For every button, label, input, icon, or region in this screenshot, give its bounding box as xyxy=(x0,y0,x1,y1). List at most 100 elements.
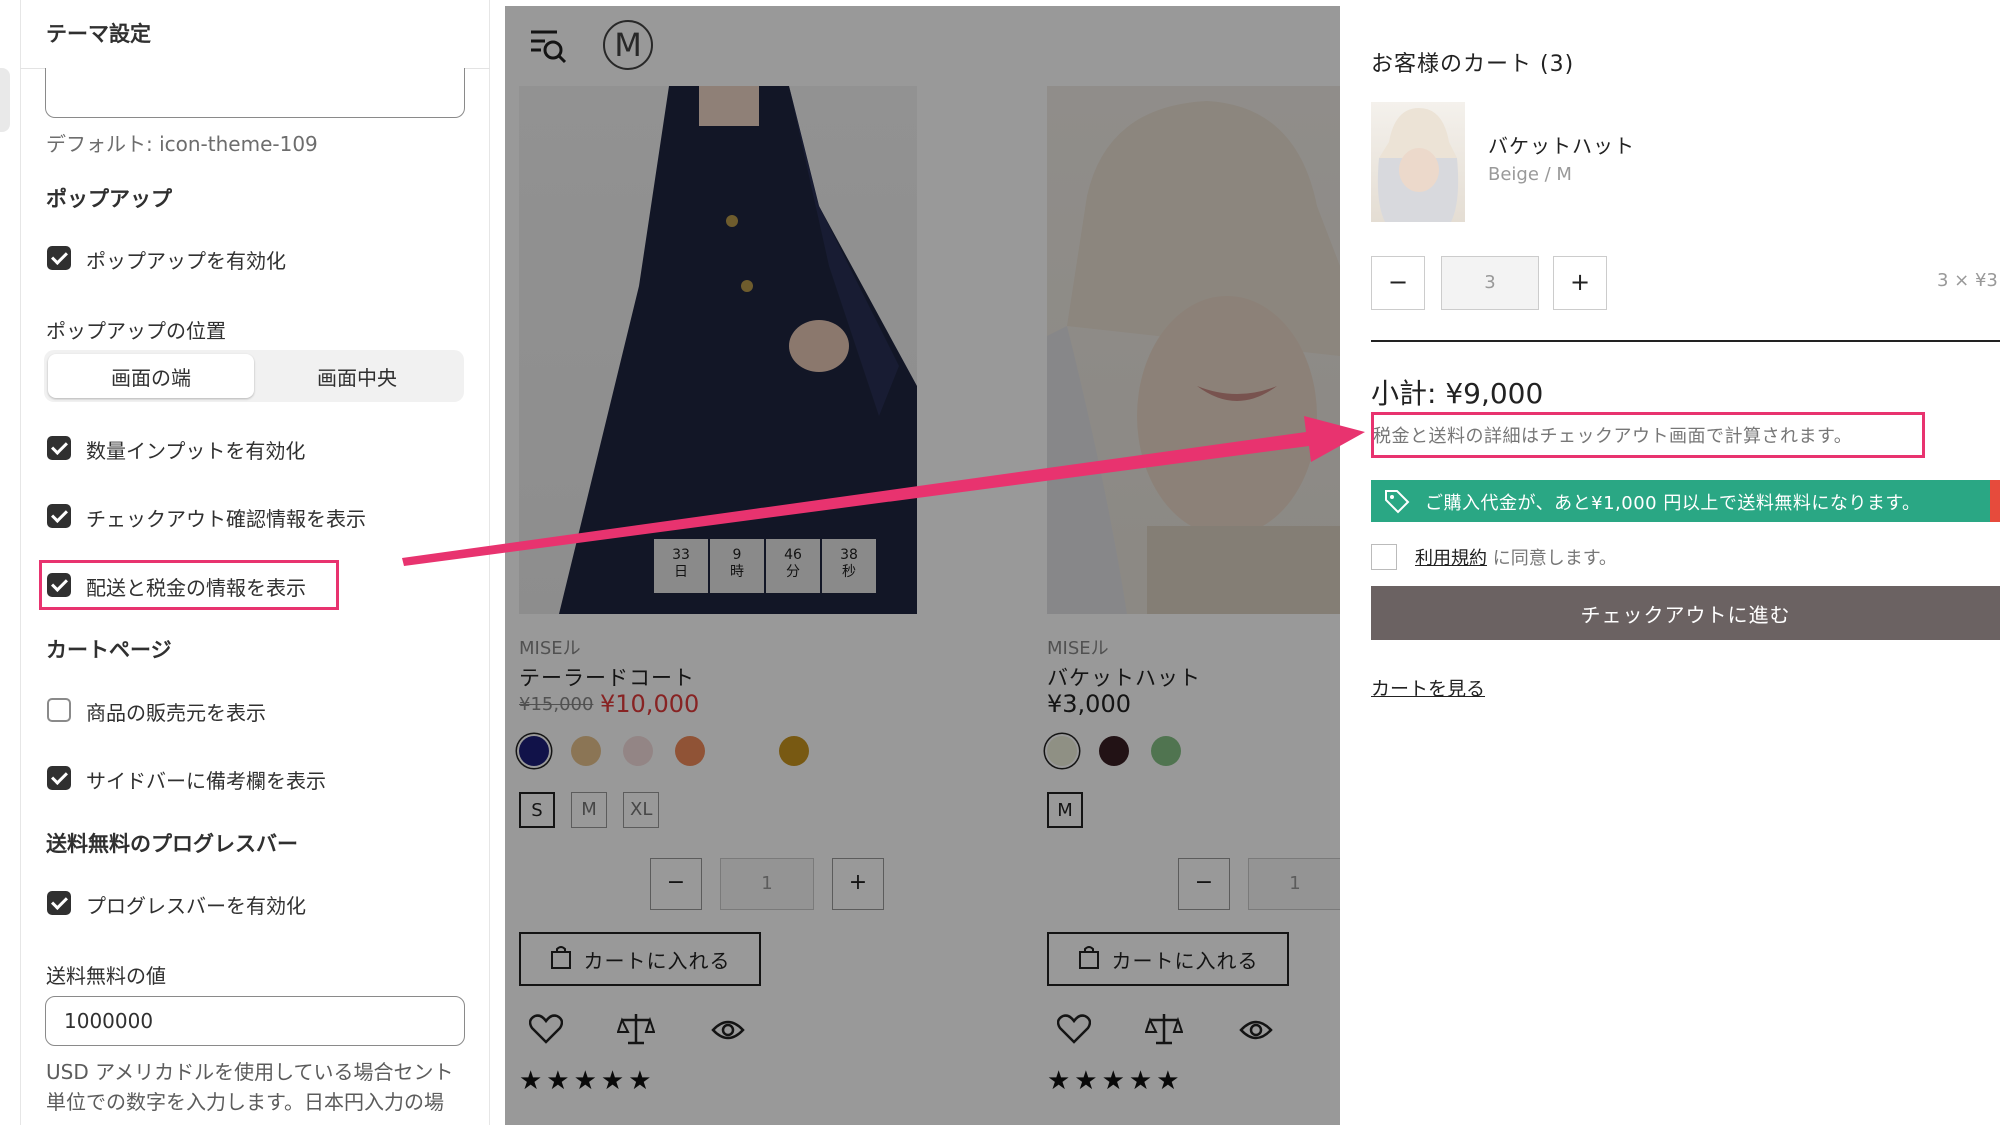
cart-page-heading: カートページ xyxy=(46,638,172,662)
product2-image[interactable] xyxy=(1047,86,1340,614)
countdown-seconds: 38 秒 xyxy=(822,539,876,593)
product2-qty-minus[interactable]: − xyxy=(1178,858,1230,910)
product2-name[interactable]: バケットハット xyxy=(1047,662,1201,692)
product1-image[interactable] xyxy=(519,86,917,614)
help-text-line2: 単位での数字を入力します。日本円入力の場 xyxy=(46,1090,444,1114)
product1-compare-price: ¥15,000 xyxy=(519,694,594,715)
terms-link[interactable]: 利用規約 xyxy=(1415,548,1487,569)
free-shipping-value: 1000000 xyxy=(64,1009,154,1033)
swatch-dark-brown[interactable] xyxy=(1099,736,1129,766)
wishlist-heart-icon[interactable] xyxy=(1056,1014,1092,1048)
store-header: M xyxy=(505,6,1340,86)
product1-qty-plus[interactable]: + xyxy=(832,858,884,910)
countdown-days: 33 日 xyxy=(654,539,708,593)
swatch-ivory[interactable] xyxy=(1047,736,1077,766)
store-logo[interactable]: M xyxy=(603,20,653,70)
product2-qty-input[interactable]: 1 xyxy=(1248,858,1340,910)
cart-item-image[interactable] xyxy=(1371,102,1465,222)
show-vendor-checkbox[interactable] xyxy=(47,698,71,722)
free-shipping-label: 送料無料の値 xyxy=(46,964,166,988)
popup-position-label: ポップアップの位置 xyxy=(46,319,226,343)
scroll-tab xyxy=(0,68,10,132)
product1-size-m[interactable]: M xyxy=(571,792,607,828)
add-to-cart-label: カートに入れる xyxy=(1111,948,1259,973)
cart-qty-input[interactable]: 3 xyxy=(1441,256,1539,310)
shipping-bar-message: ご購入代金が、あと¥1,000 円以上で送料無料になります。 xyxy=(1425,493,1921,514)
enable-quantity-checkbox[interactable] xyxy=(47,436,71,460)
cart-line-price: 3 × ¥3 xyxy=(1937,270,1998,291)
enable-progress-label: プログレスバーを有効化 xyxy=(86,894,306,918)
position-option-edge[interactable]: 画面の端 xyxy=(48,354,254,398)
free-shipping-input[interactable]: 1000000 xyxy=(45,996,465,1046)
popup-position-segmented: 画面の端 画面中央 xyxy=(44,350,464,402)
terms-checkbox[interactable] xyxy=(1371,544,1397,570)
wishlist-heart-icon[interactable] xyxy=(528,1014,564,1048)
swatch-pink[interactable] xyxy=(623,736,653,766)
product2-rating-stars: ★★★★★ xyxy=(1047,1066,1184,1096)
icon-input[interactable] xyxy=(45,68,465,118)
swatch-white[interactable] xyxy=(727,736,757,766)
product2-price: ¥3,000 xyxy=(1047,690,1131,718)
swatch-green[interactable] xyxy=(1151,736,1181,766)
enable-popup-checkbox[interactable] xyxy=(47,246,71,270)
cart-item-variant: Beige / M xyxy=(1488,164,1572,185)
product1-qty-minus[interactable]: − xyxy=(650,858,702,910)
view-cart-link[interactable]: カートを見る xyxy=(1371,674,1485,701)
cart-drawer: お客様のカート (3) バケットハット Beige / M − 3 + 3 × … xyxy=(1340,6,2000,1125)
cart-tax-note: 税金と送料の詳細はチェックアウト画面で計算されます。 xyxy=(1373,426,1853,447)
bag-icon xyxy=(550,945,572,974)
cart-item-name[interactable]: バケットハット xyxy=(1488,130,1635,159)
product2-size-m[interactable]: M xyxy=(1047,792,1083,828)
icon-default-hint: デフォルト: icon-theme-109 xyxy=(46,132,318,156)
compare-scale-icon[interactable] xyxy=(1144,1012,1184,1050)
shipping-tag-icon xyxy=(1383,487,1411,519)
cart-subtotal: 小計: ¥9,000 xyxy=(1371,377,1544,410)
compare-scale-icon[interactable] xyxy=(616,1012,656,1050)
shipping-tax-checkbox[interactable] xyxy=(47,573,71,597)
product1-rating-stars: ★★★★★ xyxy=(519,1066,656,1096)
quick-view-eye-icon[interactable] xyxy=(711,1018,745,1046)
help-text-line1: USD アメリカドルを使用している場合セント xyxy=(46,1060,454,1084)
product1-add-to-cart[interactable]: カートに入れる xyxy=(519,932,761,986)
menu-search-icon[interactable] xyxy=(527,24,569,70)
enable-popup-label: ポップアップを有効化 xyxy=(86,249,286,273)
show-vendor-label: 商品の販売元を表示 xyxy=(86,701,266,725)
swatch-beige[interactable] xyxy=(571,736,601,766)
sidebar-notes-checkbox[interactable] xyxy=(47,766,71,790)
product2-add-to-cart[interactable]: カートに入れる xyxy=(1047,932,1289,986)
shipping-tax-label: 配送と税金の情報を表示 xyxy=(86,576,306,600)
countdown-minutes: 46 分 xyxy=(766,539,820,593)
product1-size-xl[interactable]: XL xyxy=(623,792,660,828)
add-to-cart-label: カートに入れる xyxy=(583,948,731,973)
panel-right-border xyxy=(489,0,490,1125)
product1-price: ¥10,000 xyxy=(600,690,700,718)
swatch-mustard[interactable] xyxy=(779,736,809,766)
sidebar-notes-label: サイドバーに備考欄を表示 xyxy=(86,769,326,793)
checkout-button[interactable]: チェックアウトに進む xyxy=(1371,586,2000,640)
product1-name[interactable]: テーラードコート xyxy=(519,662,695,692)
position-option-center[interactable]: 画面中央 xyxy=(254,354,460,398)
enable-progress-checkbox[interactable] xyxy=(47,891,71,915)
quick-view-eye-icon[interactable] xyxy=(1239,1018,1273,1046)
terms-suffix: に同意します。 xyxy=(1487,548,1617,569)
checkout-confirm-checkbox[interactable] xyxy=(47,504,71,528)
popup-heading: ポップアップ xyxy=(46,187,172,211)
countdown-hours: 9時 xyxy=(710,539,764,593)
cart-qty-minus[interactable]: − xyxy=(1371,256,1425,310)
theme-settings-panel: テーマ設定 デフォルト: icon-theme-109 ポップアップ ポップアッ… xyxy=(0,0,490,1125)
store-preview: M 33 日 9時 46 分 38 秒 MISEル テーラードコート ¥15,000 … xyxy=(505,6,1340,1125)
panel-title: テーマ設定 xyxy=(46,22,151,46)
product1-vendor: MISEル xyxy=(519,638,581,659)
product1-size-s[interactable]: S xyxy=(519,792,555,828)
swatch-navy[interactable] xyxy=(519,736,549,766)
bag-icon xyxy=(1078,945,1100,974)
swatch-orange[interactable] xyxy=(675,736,705,766)
cart-qty-plus[interactable]: + xyxy=(1553,256,1607,310)
shipping-bar-end xyxy=(1990,480,2000,522)
progress-heading: 送料無料のプログレスバー xyxy=(46,832,298,856)
cart-divider xyxy=(1371,340,2000,342)
product1-qty-input[interactable]: 1 xyxy=(720,858,814,910)
checkout-confirm-label: チェックアウト確認情報を表示 xyxy=(86,507,366,531)
enable-quantity-label: 数量インプットを有効化 xyxy=(86,439,306,463)
terms-text: 利用規約 に同意します。 xyxy=(1415,544,1617,570)
